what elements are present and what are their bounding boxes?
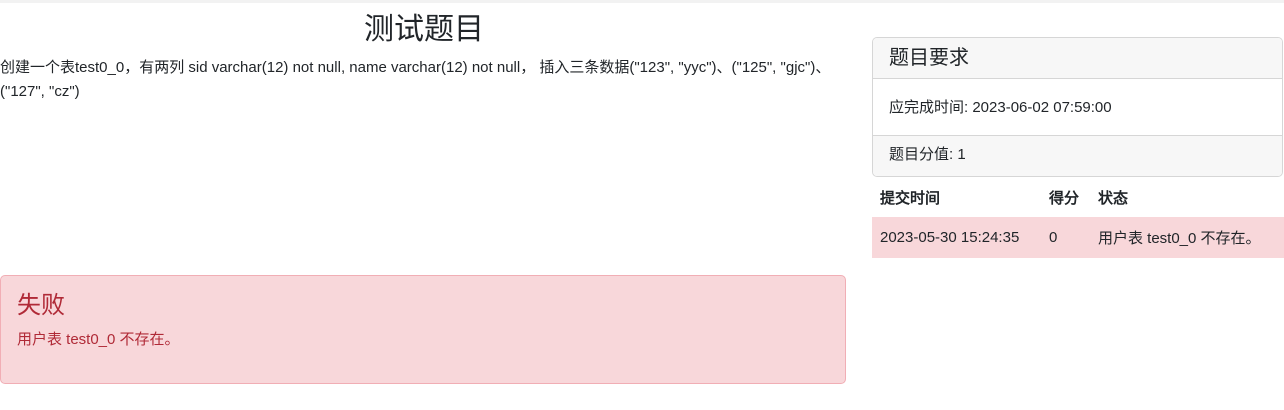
- column-header-score: 得分: [1049, 189, 1080, 207]
- alert-message: 用户表 test0_0 不存在。: [17, 331, 180, 348]
- score-text: 题目分值: 1: [873, 136, 1282, 176]
- table-row[interactable]: 2023-05-30 15:24:35 0 用户表 test0_0 不存在。: [872, 217, 1284, 258]
- column-header-status: 状态: [1098, 189, 1129, 207]
- column-header-time: 提交时间: [880, 189, 941, 207]
- submission-status: 用户表 test0_0 不存在。: [1090, 217, 1284, 258]
- result-alert: 失败 用户表 test0_0 不存在。: [0, 275, 846, 384]
- table-header-row: 提交时间 得分 状态: [872, 177, 1284, 217]
- deadline-text: 应完成时间: 2023-06-02 07:59:00: [873, 79, 1282, 136]
- requirements-card: 题目要求 应完成时间: 2023-06-02 07:59:00 题目分值: 1: [872, 37, 1283, 177]
- submission-score: 0: [1041, 217, 1090, 258]
- submission-time: 2023-05-30 15:24:35: [872, 217, 1041, 258]
- page-title: 测试题目: [364, 13, 484, 46]
- requirements-header: 题目要求: [873, 38, 1282, 79]
- alert-title: 失败: [17, 292, 65, 319]
- submissions-table: 提交时间 得分 状态 2023-05-30 15:24:35 0 用户表 tes…: [872, 177, 1284, 258]
- question-panel: 测试题目 创建一个表test0_0，有两列 sid varchar(12) no…: [0, 0, 848, 410]
- question-description: 创建一个表test0_0，有两列 sid varchar(12) not nul…: [0, 59, 831, 100]
